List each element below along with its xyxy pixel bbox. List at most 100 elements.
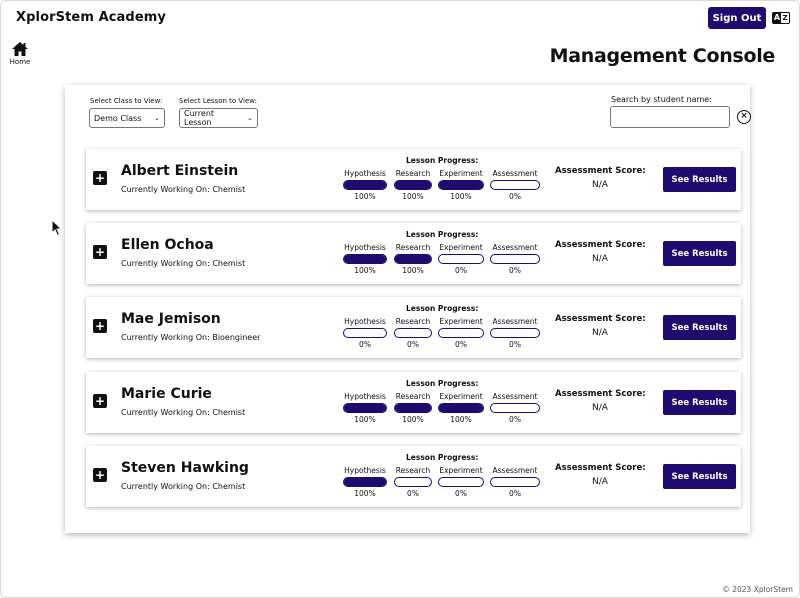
progress-bar (394, 254, 432, 264)
progress-stage: Assessment 0% (490, 392, 540, 424)
progress-stage: Experiment 100% (438, 169, 484, 201)
see-results-button[interactable]: See Results (663, 315, 736, 340)
lesson-select[interactable]: Current Lesson ⌄ (179, 108, 258, 128)
assessment-score-value: N/A (592, 254, 608, 264)
see-results-button[interactable]: See Results (663, 390, 736, 415)
progress-bar (343, 180, 387, 190)
progress-percent: 100% (354, 415, 376, 424)
student-card: + Steven Hawking Currently Working On: Che… (86, 446, 741, 507)
student-card: + Marie Curie Currently Working On: Chemis… (86, 372, 741, 433)
stage-label: Hypothesis (344, 392, 386, 401)
progress-stage: Hypothesis 100% (343, 466, 387, 498)
progress-stage: Experiment 0% (438, 317, 484, 349)
stage-label: Research (395, 243, 431, 252)
progress-percent: 0% (455, 340, 467, 349)
expand-plus-icon[interactable]: + (93, 394, 107, 408)
progress-percent: 0% (509, 266, 521, 275)
see-results-button[interactable]: See Results (663, 464, 736, 489)
progress-bar-fill (439, 181, 483, 189)
progress-stage: Research 0% (394, 466, 432, 498)
brand-title: XplorStem Academy (16, 10, 166, 25)
stage-label: Experiment (439, 243, 483, 252)
stage-label: Experiment (439, 317, 483, 326)
working-on-text: Currently Working On: Chemist (121, 408, 246, 417)
stage-label: Assessment (492, 169, 538, 178)
search-input[interactable] (610, 106, 730, 128)
stage-label: Assessment (492, 243, 538, 252)
class-select-label: Select Class to View: (90, 97, 163, 105)
expand-plus-icon[interactable]: + (93, 468, 107, 482)
progress-bar (394, 328, 432, 338)
progress-stage: Experiment 0% (438, 466, 484, 498)
see-results-button[interactable]: See Results (663, 167, 736, 192)
stage-label: Hypothesis (344, 169, 386, 178)
lesson-progress-label: Lesson Progress: (406, 453, 479, 462)
home-nav-item[interactable]: Home (7, 41, 33, 66)
progress-percent: 100% (450, 415, 472, 424)
student-card: + Mae Jemison Currently Working On: Bioeng… (86, 297, 741, 358)
progress-stage: Experiment 0% (438, 243, 484, 275)
progress-bar (394, 477, 432, 487)
progress-bar (343, 254, 387, 264)
assessment-score-label: Assessment Score: (555, 166, 646, 176)
progress-bar (490, 254, 540, 264)
progress-bar (490, 180, 540, 190)
progress-bar (343, 477, 387, 487)
student-name: Steven Hawking (121, 460, 249, 476)
progress-bar (438, 254, 484, 264)
progress-bar (343, 403, 387, 413)
progress-percent: 100% (402, 266, 424, 275)
progress-bar-fill (344, 478, 386, 486)
progress-bar-fill (439, 404, 483, 412)
progress-bar (438, 477, 484, 487)
progress-stage: Research 100% (394, 392, 432, 424)
progress-stage: Hypothesis 100% (343, 243, 387, 275)
progress-percent: 100% (354, 489, 376, 498)
progress-stage: Assessment 0% (490, 317, 540, 349)
class-select-value: Demo Class (94, 113, 142, 123)
student-panel: Select Class to View: Demo Class ⌄ Selec… (65, 85, 751, 533)
footer-copyright: © 2023 XplorStem (722, 585, 793, 594)
stage-label: Experiment (439, 169, 483, 178)
expand-plus-icon[interactable]: + (93, 319, 107, 333)
progress-bar (343, 328, 387, 338)
progress-stage: Research 100% (394, 169, 432, 201)
progress-percent: 100% (402, 415, 424, 424)
progress-percent: 0% (407, 489, 419, 498)
progress-bar-fill (344, 181, 386, 189)
progress-bar-fill (395, 181, 431, 189)
search-label: Search by student name: (611, 95, 712, 104)
expand-plus-icon[interactable]: + (93, 245, 107, 259)
expand-plus-icon[interactable]: + (93, 171, 107, 185)
student-card: + Ellen Ochoa Currently Working On: Chemis… (86, 223, 741, 284)
student-name: Ellen Ochoa (121, 237, 214, 253)
progress-bar-fill (344, 404, 386, 412)
working-on-text: Currently Working On: Chemist (121, 259, 246, 268)
sign-out-button[interactable]: Sign Out (708, 7, 766, 29)
progress-bar (394, 180, 432, 190)
progress-bar-fill (395, 404, 431, 412)
class-select[interactable]: Demo Class ⌄ (89, 108, 165, 128)
lesson-progress-label: Lesson Progress: (406, 156, 479, 165)
progress-bar-fill (395, 255, 431, 263)
clear-search-icon[interactable]: × (737, 110, 751, 124)
translate-icon[interactable]: AZ (772, 12, 790, 24)
progress-bar (490, 328, 540, 338)
assessment-score-label: Assessment Score: (555, 314, 646, 324)
working-on-text: Currently Working On: Chemist (121, 482, 246, 491)
progress-stage: Hypothesis 0% (343, 317, 387, 349)
assessment-score-value: N/A (592, 328, 608, 338)
assessment-score-value: N/A (592, 477, 608, 487)
app-window: XplorStem Academy Sign Out AZ Home Manag… (0, 0, 800, 598)
progress-stage: Assessment 0% (490, 243, 540, 275)
progress-bar (438, 328, 484, 338)
stage-label: Research (395, 317, 431, 326)
lesson-progress-label: Lesson Progress: (406, 230, 479, 239)
stage-label: Experiment (439, 392, 483, 401)
progress-percent: 100% (402, 192, 424, 201)
stage-label: Assessment (492, 466, 538, 475)
stage-label: Hypothesis (344, 243, 386, 252)
see-results-button[interactable]: See Results (663, 241, 736, 266)
chevron-down-icon: ⌄ (154, 114, 160, 122)
progress-bar (438, 180, 484, 190)
